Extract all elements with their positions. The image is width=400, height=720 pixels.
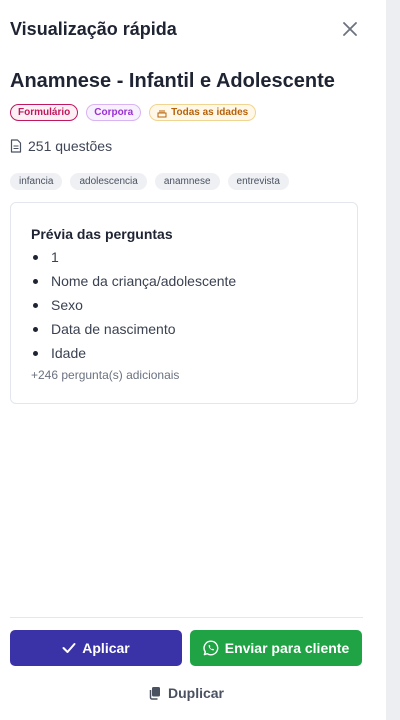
question-text: Idade (51, 345, 87, 361)
send-to-client-button[interactable]: Enviar para cliente (190, 630, 362, 666)
document-icon (10, 139, 22, 153)
tag-chip: infancia (10, 173, 63, 190)
question-text: Nome da criança/adolescente (51, 273, 237, 289)
list-item: Sexo (31, 293, 236, 317)
question-count: 251 questões (10, 138, 112, 154)
scrollbar[interactable] (386, 0, 400, 720)
bullet-icon (33, 254, 38, 260)
bullet-icon (33, 326, 38, 332)
source-badge: Corpora (86, 104, 142, 121)
preview-question-list: 1 Nome da criança/adolescente Sexo Data … (31, 245, 236, 365)
question-preview-card: Prévia das perguntas 1 Nome da criança/a… (10, 202, 358, 404)
question-text: 1 (51, 249, 59, 265)
panel-title: Visualização rápida (10, 18, 177, 39)
whatsapp-icon (203, 640, 219, 656)
tag-chip: entrevista (227, 173, 289, 190)
type-badge: Formulário (10, 104, 79, 121)
bullet-icon (33, 278, 38, 284)
apply-button[interactable]: Aplicar (10, 630, 182, 666)
apply-button-label: Aplicar (82, 640, 130, 656)
close-icon (343, 22, 357, 36)
age-badge-label: Todas as idades (171, 107, 249, 118)
tag-list: infancia adolescencia anamnese entrevist… (10, 173, 289, 190)
tag-chip: anamnese (154, 173, 220, 190)
check-icon (62, 643, 76, 653)
age-badge: Todas as idades (149, 104, 257, 121)
close-button[interactable] (338, 17, 362, 41)
list-item: Idade (31, 341, 236, 365)
duplicate-label: Duplicar (167, 685, 224, 701)
action-bar: Aplicar Enviar para cliente (10, 630, 362, 666)
list-item: 1 (31, 245, 236, 269)
list-item: Data de nascimento (31, 317, 236, 341)
badge-row: Formulário Corpora Todas as idades (10, 104, 257, 121)
list-item: Nome da criança/adolescente (31, 269, 236, 293)
template-title: Anamnese - Infantil e Adolescente (10, 70, 335, 92)
more-questions-note: +246 pergunta(s) adicionais (31, 368, 180, 382)
footer-divider (10, 617, 363, 618)
question-text: Sexo (51, 297, 83, 313)
copy-icon (149, 687, 160, 700)
bullet-icon (33, 302, 38, 308)
send-button-label: Enviar para cliente (224, 640, 350, 656)
quick-view-panel: Visualização rápida Anamnese - Infantil … (0, 0, 386, 720)
cake-icon (157, 109, 167, 117)
tag-chip: adolescencia (70, 173, 147, 190)
question-text: Data de nascimento (51, 321, 176, 337)
preview-title: Prévia das perguntas (31, 226, 173, 242)
panel-header: Visualização rápida (10, 17, 360, 41)
question-count-label: 251 questões (28, 138, 113, 154)
bullet-icon (33, 350, 38, 356)
duplicate-button[interactable]: Duplicar (0, 682, 372, 704)
